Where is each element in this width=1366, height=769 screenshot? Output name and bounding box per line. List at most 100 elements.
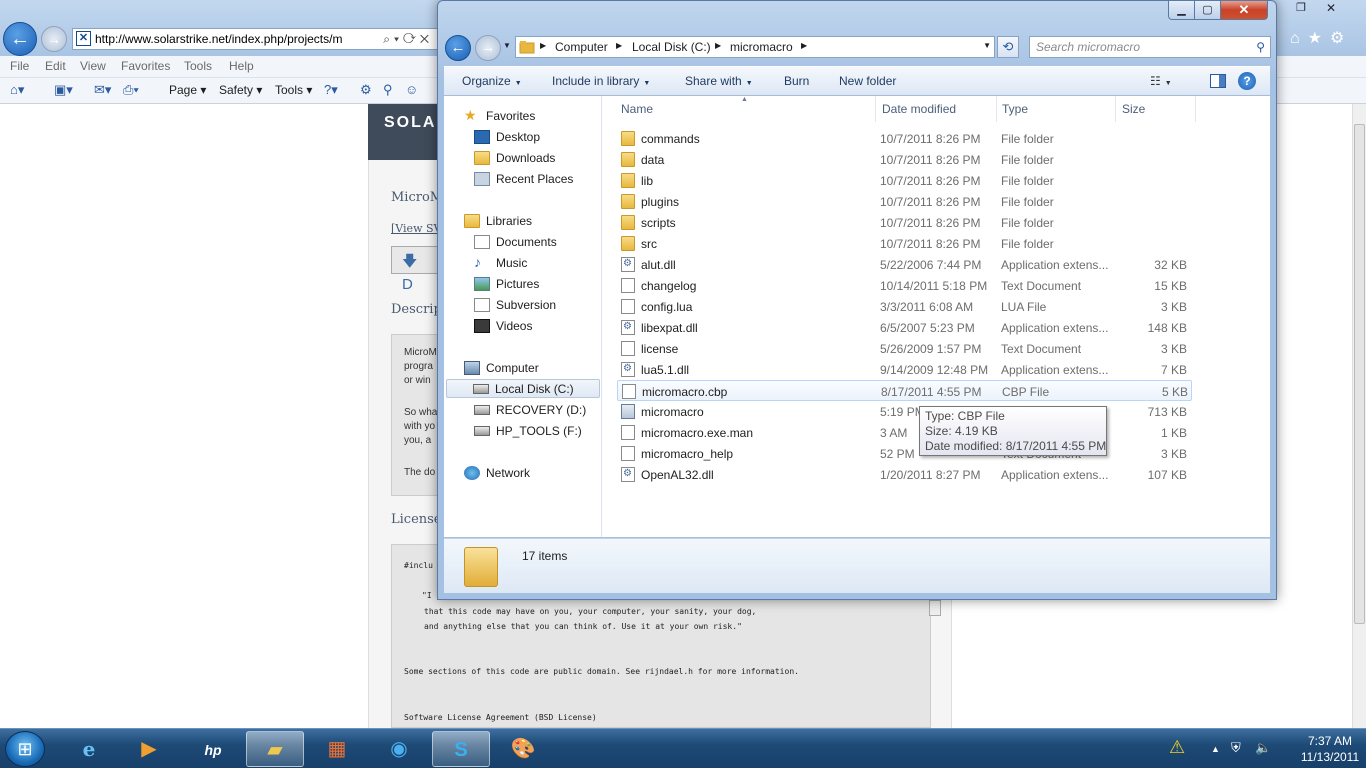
ie-back-button[interactable]: ← bbox=[3, 22, 37, 56]
close-button[interactable]: ✕ bbox=[1220, 1, 1268, 20]
nav-recent-places[interactable]: Recent Places bbox=[474, 170, 594, 189]
organize-button[interactable]: Organize ▼ bbox=[462, 74, 522, 88]
clock[interactable]: 7:37 AM 11/13/2011 bbox=[1294, 733, 1366, 765]
file-row[interactable]: OpenAL32.dll 1/20/2011 8:27 PM Application… bbox=[617, 464, 1192, 485]
column-separator[interactable] bbox=[1115, 96, 1116, 122]
breadcrumb-separator-icon[interactable]: ▶ bbox=[801, 41, 807, 50]
home-icon[interactable]: ⌂ bbox=[1290, 30, 1308, 47]
file-row[interactable]: src 10/7/2011 8:26 PM File folder bbox=[617, 233, 1192, 254]
volume-icon[interactable]: 🔈 bbox=[1255, 740, 1271, 756]
nav-libraries[interactable]: Libraries bbox=[464, 212, 594, 231]
file-row[interactable]: lib 10/7/2011 8:26 PM File folder bbox=[617, 170, 1192, 191]
nav-favorites[interactable]: ★ Favorites bbox=[464, 107, 594, 126]
file-row[interactable]: libexpat.dll 6/5/2007 5:23 PM Application … bbox=[617, 317, 1192, 338]
breadcrumb-separator-icon[interactable]: ▶ bbox=[715, 41, 721, 50]
nav-computer[interactable]: Computer bbox=[464, 359, 594, 378]
research-icon[interactable]: ⚲ bbox=[383, 82, 393, 98]
nav-videos[interactable]: Videos bbox=[474, 317, 594, 336]
nav-recovery[interactable]: RECOVERY (D:) bbox=[474, 401, 594, 420]
nav-desktop[interactable]: Desktop bbox=[474, 128, 594, 147]
menu-help[interactable]: Help bbox=[229, 59, 254, 73]
file-row[interactable]: commands 10/7/2011 8:26 PM File folder bbox=[617, 128, 1192, 149]
menu-edit[interactable]: Edit bbox=[45, 59, 66, 73]
help-icon[interactable]: ? bbox=[1238, 72, 1256, 90]
search-input[interactable]: Search micromacro ⚲ bbox=[1029, 36, 1271, 58]
restore-icon[interactable]: ❐ bbox=[1296, 1, 1306, 14]
file-row[interactable]: changelog 10/14/2011 5:18 PM Text Document… bbox=[617, 275, 1192, 296]
antivirus-icon[interactable]: ⛨ bbox=[1231, 740, 1241, 756]
file-row[interactable]: scripts 10/7/2011 8:26 PM File folder bbox=[617, 212, 1192, 233]
nav-hp-tools[interactable]: HP_TOOLS (F:) bbox=[474, 422, 594, 441]
ie-forward-button[interactable]: → bbox=[41, 26, 67, 52]
taskbar-globe[interactable]: ◉ bbox=[370, 731, 428, 767]
safety-menu[interactable]: Safety ▾ bbox=[219, 83, 262, 97]
nav-local-disk-selected[interactable]: Local Disk (C:) bbox=[446, 379, 600, 398]
view-svn-link[interactable]: [View SV bbox=[391, 222, 441, 235]
feeds-icon[interactable]: ▣▾ bbox=[54, 82, 73, 98]
addon-icon[interactable]: ⚙ bbox=[360, 82, 372, 98]
address-bar[interactable]: ▶ Computer ▶ Local Disk (C:) ▶ micromacr… bbox=[515, 36, 995, 58]
column-header-date-modified[interactable]: Date modified bbox=[882, 102, 956, 116]
page-menu[interactable]: Page ▾ bbox=[169, 83, 206, 97]
burn-button[interactable]: Burn bbox=[784, 74, 809, 88]
nav-network[interactable]: Network bbox=[464, 464, 594, 483]
code-scrollbar[interactable] bbox=[929, 600, 941, 616]
mail-icon[interactable]: ✉▾ bbox=[94, 82, 111, 98]
nav-pictures[interactable]: Pictures bbox=[474, 275, 594, 294]
file-row[interactable]: micromacro.cbp 8/17/2011 4:55 PM CBP File 5… bbox=[617, 380, 1192, 401]
maximize-button[interactable]: ▢ bbox=[1194, 1, 1221, 20]
column-separator[interactable] bbox=[1195, 96, 1196, 122]
breadcrumb-local-disk[interactable]: Local Disk (C:) bbox=[632, 40, 711, 54]
column-separator[interactable] bbox=[875, 96, 876, 122]
action-center-icon[interactable]: ⚠ bbox=[1169, 737, 1185, 758]
show-hidden-icons[interactable]: ▲ bbox=[1211, 744, 1220, 754]
close-icon[interactable]: ✕ bbox=[1326, 1, 1336, 15]
file-row[interactable]: data 10/7/2011 8:26 PM File folder bbox=[617, 149, 1192, 170]
ie-page-scrollbar[interactable] bbox=[1352, 104, 1366, 728]
home-icon[interactable]: ⌂▾ bbox=[10, 82, 24, 98]
column-header-size[interactable]: Size bbox=[1122, 102, 1145, 116]
taskbar-store[interactable]: ▦ bbox=[308, 731, 366, 767]
tools-menu[interactable]: Tools ▾ bbox=[275, 83, 312, 97]
minimize-button[interactable]: ▁ bbox=[1168, 1, 1195, 20]
breadcrumb-computer[interactable]: Computer bbox=[555, 40, 608, 54]
scrollbar-thumb[interactable] bbox=[1354, 124, 1365, 624]
menu-file[interactable]: File bbox=[10, 59, 29, 73]
download-button[interactable]: 🡇 D bbox=[391, 246, 441, 293]
recent-pages-button[interactable]: ▼ bbox=[503, 41, 513, 55]
forward-button[interactable]: → bbox=[475, 35, 501, 61]
favorites-star-icon[interactable]: ★ bbox=[1308, 30, 1330, 47]
menu-favorites[interactable]: Favorites bbox=[121, 59, 170, 73]
file-row[interactable]: license 5/26/2009 1:57 PM Text Document 3 K… bbox=[617, 338, 1192, 359]
file-row[interactable]: lua5.1.dll 9/14/2009 12:48 PM Application … bbox=[617, 359, 1192, 380]
ie-address-bar[interactable]: ✕ http://www.solarstrike.net/index.php/p… bbox=[72, 28, 438, 50]
back-button[interactable]: ← bbox=[445, 35, 471, 61]
ie-window-controls[interactable]: ❐ ✕ bbox=[1288, 0, 1366, 18]
taskbar-media[interactable]: ▶ bbox=[120, 731, 178, 767]
search-icon[interactable]: ⚲ bbox=[1256, 40, 1265, 54]
taskbar-hp[interactable]: hp bbox=[184, 731, 242, 767]
taskbar-skype[interactable]: S bbox=[432, 731, 490, 767]
address-tools-icon[interactable]: ⌕▾⟳✕ bbox=[383, 29, 433, 49]
nav-subversion[interactable]: Subversion bbox=[474, 296, 594, 315]
taskbar-ie[interactable]: e bbox=[60, 731, 118, 767]
menu-tools[interactable]: Tools bbox=[184, 59, 212, 73]
include-in-library-button[interactable]: Include in library ▼ bbox=[552, 74, 650, 88]
column-header-name[interactable]: Name bbox=[621, 102, 653, 116]
share-with-button[interactable]: Share with ▼ bbox=[685, 74, 753, 88]
taskbar-explorer[interactable]: ▰ bbox=[246, 731, 304, 767]
print-icon[interactable]: ⎙▾ bbox=[123, 82, 139, 98]
file-row[interactable]: config.lua 3/3/2011 6:08 AM LUA File 3 KB bbox=[617, 296, 1192, 317]
nav-music[interactable]: ♪ Music bbox=[474, 254, 594, 273]
column-header-type[interactable]: Type bbox=[1002, 102, 1028, 116]
nav-downloads[interactable]: Downloads bbox=[474, 149, 594, 168]
start-button[interactable]: ⊞ bbox=[5, 731, 45, 767]
file-row[interactable]: alut.dll 5/22/2006 7:44 PM Application ext… bbox=[617, 254, 1192, 275]
taskbar-paint[interactable]: 🎨 bbox=[494, 731, 552, 767]
views-button[interactable]: ☷ ▼ bbox=[1150, 74, 1172, 88]
messenger-icon[interactable]: ☺ bbox=[405, 82, 418, 97]
preview-pane-icon[interactable] bbox=[1210, 74, 1226, 88]
breadcrumb-micromacro[interactable]: micromacro bbox=[730, 40, 793, 54]
refresh-button[interactable]: ⟲ bbox=[997, 36, 1019, 58]
menu-view[interactable]: View bbox=[80, 59, 106, 73]
